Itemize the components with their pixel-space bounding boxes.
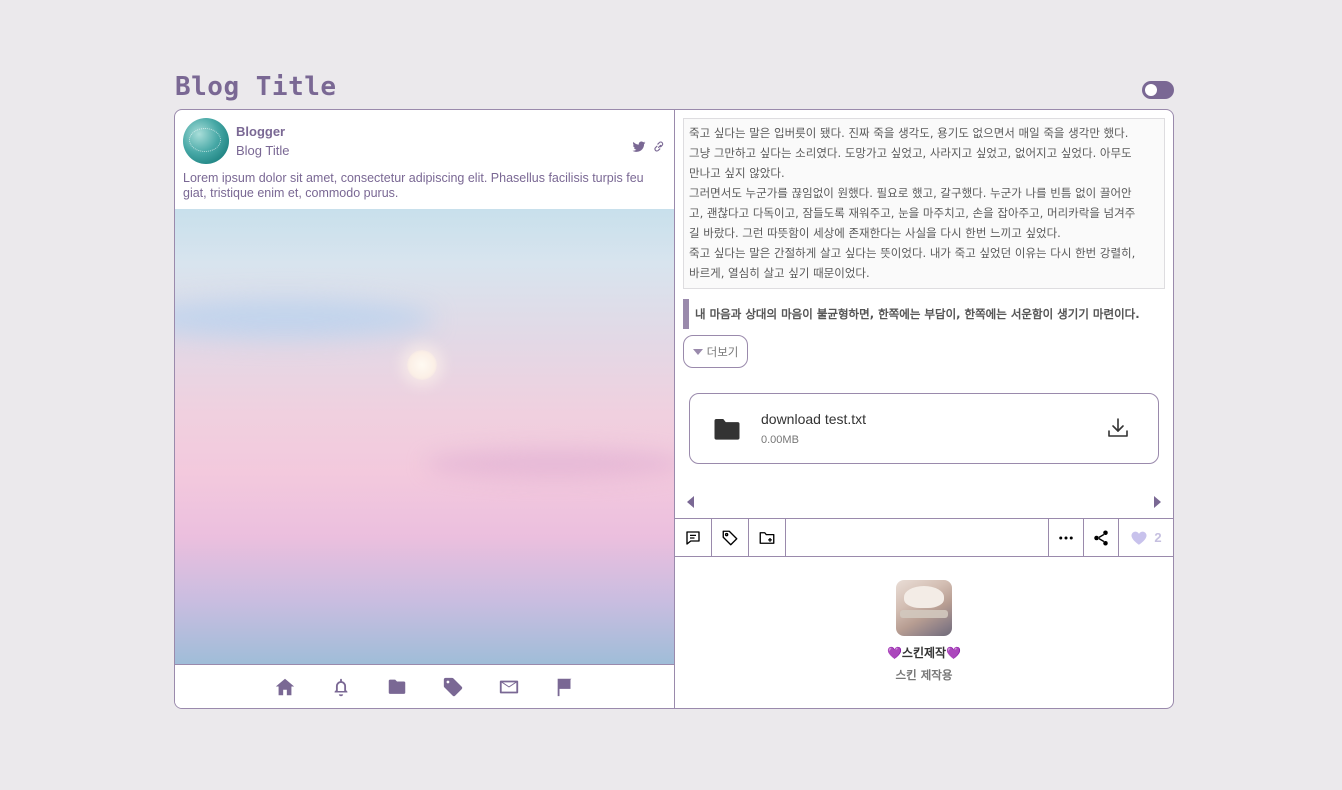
left-panel: Blogger Blog Title Lorem ipsum dolor sit… — [175, 110, 675, 708]
comment-button[interactable] — [675, 519, 712, 556]
post-line: 죽고 싶다는 말은 입버릇이 됐다. 진짜 죽을 생각도, 용기도 없으면서 매… — [689, 126, 1129, 140]
toolbar-spacer — [786, 519, 1049, 556]
post-line: 바르게, 열심히 살고 싶기 때문이었다. — [689, 266, 870, 280]
post-body: 죽고 싶다는 말은 입버릇이 됐다. 진짜 죽을 생각도, 용기도 없으면서 매… — [683, 118, 1165, 289]
author-avatar[interactable] — [896, 580, 952, 636]
folder-icon[interactable] — [386, 676, 408, 698]
main-frame: Blogger Blog Title Lorem ipsum dolor sit… — [174, 109, 1174, 709]
moon-glow — [407, 350, 437, 380]
blogger-name[interactable]: Blogger — [236, 124, 285, 139]
link-icon[interactable] — [652, 140, 666, 154]
mail-icon[interactable] — [498, 676, 520, 698]
heart-emoji: 💜 — [886, 646, 902, 660]
like-count: 2 — [1154, 530, 1162, 545]
more-button[interactable]: 더보기 — [683, 335, 748, 368]
blog-description: Lorem ipsum dolor sit amet, consectetur … — [183, 171, 644, 200]
author-subtitle: 스킨 제작용 — [895, 668, 953, 682]
category-button[interactable] — [749, 519, 786, 556]
file-attachment[interactable]: download test.txt 0.00MB — [689, 393, 1159, 464]
file-size: 0.00MB — [761, 434, 799, 446]
tag-icon — [722, 530, 738, 545]
comment-icon — [686, 530, 700, 545]
bell-icon[interactable] — [330, 676, 352, 698]
next-post-arrow[interactable] — [1154, 496, 1161, 508]
more-options-button[interactable] — [1049, 519, 1084, 556]
post-line: 고, 괜찮다고 다독이고, 잠들도록 재워주고, 눈을 마주치고, 손을 잡아주… — [689, 206, 1136, 220]
toggle-knob — [1145, 84, 1157, 96]
prev-post-arrow[interactable] — [687, 496, 694, 508]
share-icon — [1094, 530, 1108, 545]
home-icon[interactable] — [274, 676, 296, 698]
social-links — [632, 140, 666, 154]
blogger-subtitle: Blog Title — [236, 143, 290, 158]
post-toolbar: 2 — [675, 518, 1173, 557]
heart-icon — [1131, 531, 1147, 545]
caret-down-icon — [692, 348, 703, 355]
post-line: 죽고 싶다는 말은 간절하게 살고 싶다는 뜻이었다. 내가 죽고 싶었던 이유… — [689, 246, 1136, 260]
file-name: download test.txt — [761, 411, 867, 427]
header-image — [175, 209, 674, 665]
more-icon — [1059, 536, 1073, 539]
more-label: 더보기 — [706, 344, 739, 359]
right-panel: 죽고 싶다는 말은 입버릇이 됐다. 진짜 죽을 생각도, 용기도 없으면서 매… — [675, 110, 1173, 708]
theme-toggle[interactable] — [1142, 81, 1174, 99]
avatar[interactable] — [183, 118, 229, 164]
post-line: 그냥 그만하고 싶다는 소리였다. 도망가고 싶었고, 사라지고 싶었고, 없어… — [689, 146, 1132, 160]
blockquote: 내 마음과 상대의 마음이 불균형하면, 한쪽에는 부담이, 한쪽에는 서운함이… — [683, 299, 1165, 329]
post-line: 만나고 싶지 않았다. — [689, 166, 785, 180]
tag-button[interactable] — [712, 519, 749, 556]
download-icon[interactable] — [1106, 416, 1130, 440]
author-name[interactable]: 💜스킨제작💜 — [675, 644, 1173, 661]
tag-icon[interactable] — [442, 676, 464, 698]
flag-icon[interactable] — [554, 676, 576, 698]
folder-add-icon — [759, 531, 775, 544]
post-line: 길 바랐다. 그런 따뜻함이 세상에 존재한다는 사실을 다시 한번 느끼고 싶… — [689, 226, 1061, 240]
twitter-icon[interactable] — [632, 140, 646, 154]
share-button[interactable] — [1084, 519, 1119, 556]
blog-title[interactable]: Blog Title — [175, 72, 337, 102]
author-name-text: 스킨제작 — [901, 646, 947, 660]
folder-icon — [714, 419, 740, 440]
heart-emoji: 💜 — [946, 646, 962, 660]
like-button[interactable]: 2 — [1119, 519, 1173, 556]
post-line: 그러면서도 누군가를 끊임없이 원했다. 필요로 했고, 갈구했다. 누군가 나… — [689, 186, 1132, 200]
bottom-nav — [175, 664, 674, 708]
